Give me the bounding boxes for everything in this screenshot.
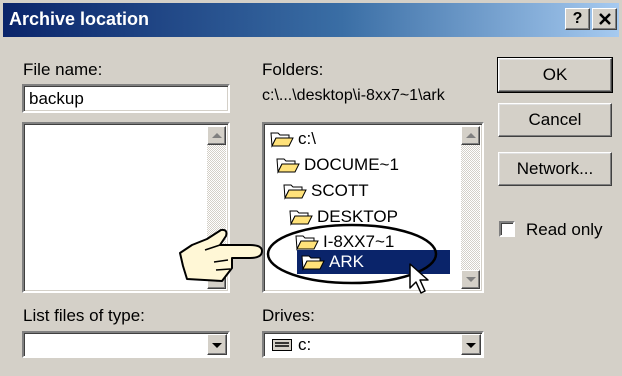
ok-button[interactable]: OK: [497, 57, 613, 93]
arrow-down-icon: [212, 277, 222, 282]
dialog-title: Archive location: [9, 9, 150, 29]
file-list-scroll-up-button[interactable]: [207, 126, 226, 145]
folder-label: ARK: [329, 252, 364, 271]
file-name-label: File name:: [23, 60, 103, 79]
folder-item[interactable]: DOCUME~1: [276, 153, 399, 177]
arrow-down-icon: [466, 343, 476, 348]
open-folder-icon: [289, 210, 313, 226]
folder-tree-scroll-down-button[interactable]: [461, 270, 480, 289]
file-type-dropdown-button[interactable]: [207, 334, 227, 355]
file-name-value: backup: [29, 89, 84, 108]
folder-item[interactable]: DESKTOP: [289, 205, 398, 229]
folder-label: SCOTT: [311, 181, 369, 200]
arrow-down-icon: [212, 343, 222, 348]
folders-label: Folders:: [262, 60, 324, 79]
folder-label: DESKTOP: [317, 207, 398, 226]
title-bar: Archive location ?: [3, 3, 619, 37]
folder-item-selected[interactable]: ARK: [297, 250, 450, 274]
open-folder-icon: [276, 158, 300, 174]
help-button[interactable]: ?: [565, 8, 590, 30]
arrow-down-icon: [466, 277, 476, 282]
read-only-label: Read only: [526, 220, 603, 239]
open-folder-icon: [301, 255, 325, 271]
folder-tree-scrollbar[interactable]: [461, 126, 480, 289]
read-only-checkbox[interactable]: [499, 221, 515, 237]
open-folder-icon: [295, 235, 319, 251]
file-type-dropdown[interactable]: [22, 331, 230, 358]
open-folder-icon: [283, 184, 307, 200]
file-name-input[interactable]: backup: [22, 84, 230, 113]
arrow-up-icon: [212, 133, 222, 138]
folder-tree-scroll-up-button[interactable]: [461, 126, 480, 145]
current-folder-path: c:\...\desktop\i-8xx7~1\ark: [262, 87, 445, 104]
drive-value: c:: [298, 335, 312, 354]
folder-tree[interactable]: c:\ DOCUME~1 SCOTT DESKTOP I-8XX7~1 ARK: [262, 122, 484, 293]
cancel-button[interactable]: Cancel: [498, 103, 612, 137]
open-folder-icon: [270, 132, 294, 148]
network-button[interactable]: Network...: [498, 152, 612, 186]
folder-label: DOCUME~1: [304, 155, 399, 174]
drives-label: Drives:: [262, 306, 315, 325]
drive-icon: [272, 339, 292, 351]
archive-location-dialog: Archive location ? File name: backup Fol…: [0, 0, 622, 376]
arrow-up-icon: [466, 133, 476, 138]
folder-label: c:\: [298, 129, 316, 148]
close-button[interactable]: [592, 8, 617, 30]
file-list-scroll-down-button[interactable]: [207, 270, 226, 289]
drives-dropdown-button[interactable]: [461, 334, 481, 355]
list-files-of-type-label: List files of type:: [23, 306, 145, 325]
folder-label: I-8XX7~1: [323, 232, 395, 251]
file-list-scrollbar[interactable]: [207, 126, 226, 289]
folder-item[interactable]: SCOTT: [283, 179, 369, 203]
close-icon: [598, 13, 611, 25]
file-list[interactable]: [22, 122, 230, 293]
folder-item[interactable]: c:\: [270, 127, 316, 151]
drives-dropdown[interactable]: c:: [262, 331, 484, 358]
